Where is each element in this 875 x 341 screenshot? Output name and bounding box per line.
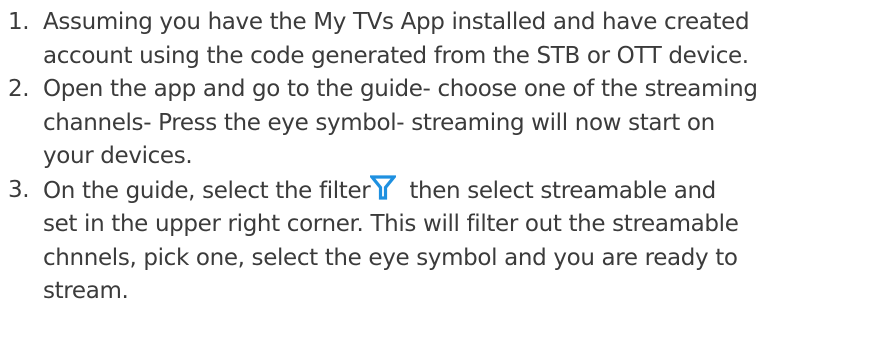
step-line: your devices. <box>43 143 193 169</box>
step-line-with-icon: On the guide, select the filter then sel… <box>43 174 875 209</box>
step-number: 3. <box>8 176 30 203</box>
step-3: 3. On the guide, select the filter then … <box>0 174 875 309</box>
step-2: 2. Open the app and go to the guide- cho… <box>0 73 875 174</box>
step-1: 1. Assuming you have the My TVs App inst… <box>0 6 875 73</box>
step-text: Assuming you have the My TVs App install… <box>43 6 875 73</box>
step-number: 1. <box>8 9 30 35</box>
step-number: 2. <box>8 76 30 102</box>
step-line: chnnels, pick one, select the eye symbol… <box>43 244 738 271</box>
step-line-after-icon: then select streamable and <box>409 177 716 204</box>
step-line: Assuming you have the My TVs App install… <box>43 9 750 35</box>
step-line: stream. <box>43 278 129 304</box>
instructions-list: 1. Assuming you have the My TVs App inst… <box>0 6 875 309</box>
step-line: account using the code generated from th… <box>43 42 749 69</box>
filter-icon <box>370 174 397 200</box>
step-text: Open the app and go to the guide- choose… <box>43 73 875 174</box>
step-line-before-icon: On the guide, select the filter <box>43 177 371 204</box>
step-line: set in the upper right corner. This will… <box>43 211 739 237</box>
step-line: channels- Press the eye symbol- streamin… <box>43 109 715 136</box>
step-text: On the guide, select the filter then sel… <box>43 174 875 309</box>
step-line: Open the app and go to the guide- choose… <box>43 76 758 102</box>
